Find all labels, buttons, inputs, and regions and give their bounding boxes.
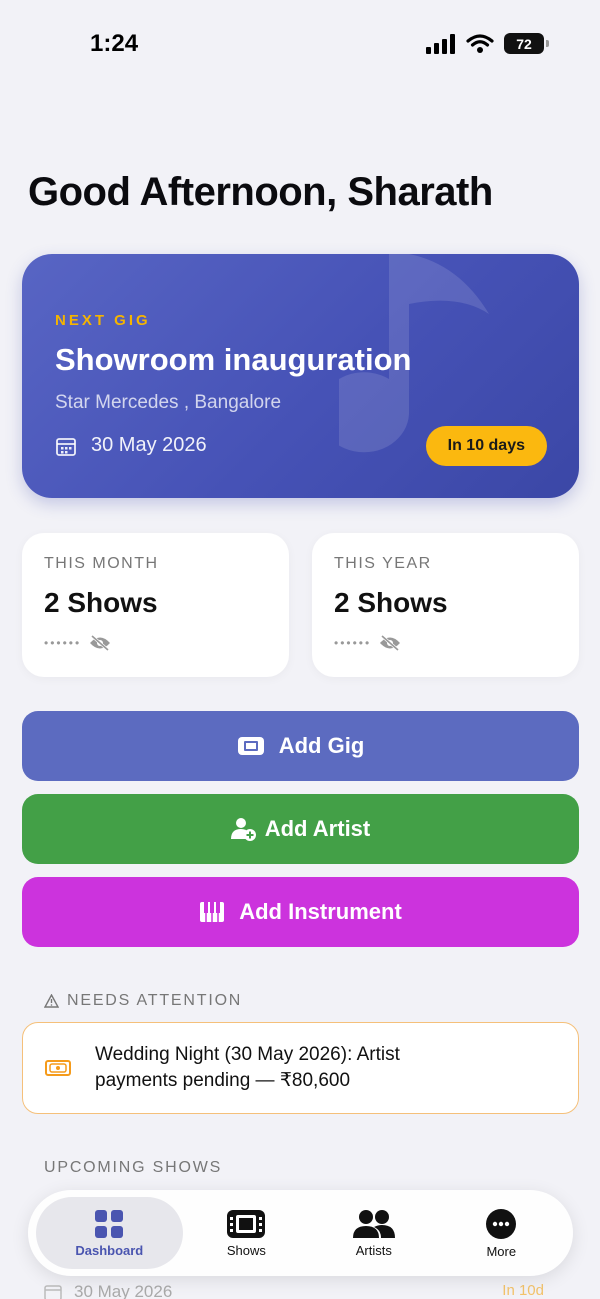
money-icon	[45, 1060, 71, 1076]
next-gig-title: Showroom inauguration	[55, 342, 412, 377]
tab-artists[interactable]: Artists	[310, 1197, 437, 1269]
attention-item[interactable]: Wedding Night (30 May 2026): Artist paym…	[22, 1022, 579, 1114]
upcoming-shows-header: UPCOMING SHOWS	[44, 1159, 223, 1176]
next-gig-venue: Star Mercedes , Bangalore	[55, 392, 282, 413]
calendar-icon	[44, 1285, 62, 1299]
masked-amount: ••••••	[334, 636, 372, 650]
add-instrument-label: Add Instrument	[239, 899, 402, 924]
bottom-tab-bar: Dashboard Shows Artists More	[28, 1190, 573, 1276]
attention-message: Wedding Night (30 May 2026): Artist paym…	[95, 1044, 400, 1091]
this-month-value: 2 Shows	[44, 587, 158, 618]
add-person-icon	[230, 818, 256, 841]
next-gig-label: NEXT GIG	[55, 312, 151, 329]
people-icon	[352, 1209, 395, 1238]
signal-icon	[426, 33, 455, 54]
ticket-icon	[237, 737, 264, 755]
tab-dashboard[interactable]: Dashboard	[36, 1197, 183, 1269]
add-artist-button[interactable]: Add Artist	[22, 794, 579, 864]
needs-attention-header: NEEDS ATTENTION	[44, 992, 242, 1010]
dashboard-icon	[95, 1209, 124, 1238]
add-instrument-button[interactable]: Add Instrument	[22, 877, 579, 947]
this-month-label: THIS MONTH	[44, 555, 159, 572]
eye-off-icon[interactable]	[89, 635, 111, 651]
greeting-title: Good Afternoon, Sharath	[28, 170, 493, 214]
add-artist-label: Add Artist	[264, 816, 371, 841]
film-icon	[227, 1209, 266, 1238]
tab-more[interactable]: More	[438, 1197, 565, 1269]
next-gig-countdown-badge: In 10 days	[425, 426, 547, 466]
battery-icon: 72	[504, 33, 549, 54]
this-year-value: 2 Shows	[334, 587, 448, 618]
status-bar: 1:24 72	[0, 0, 600, 90]
this-year-hidden-amount: ••••••	[334, 635, 401, 651]
warning-icon	[44, 994, 59, 1008]
masked-amount: ••••••	[44, 636, 82, 650]
this-month-card: THIS MONTH 2 Shows ••••••	[22, 533, 289, 677]
next-gig-date: 30 May 2026	[91, 434, 207, 456]
tab-artists-label: Artists	[355, 1242, 392, 1258]
eye-off-icon[interactable]	[379, 635, 401, 651]
this-year-card: THIS YEAR 2 Shows ••••••	[312, 533, 579, 677]
wifi-icon	[466, 33, 494, 53]
status-time: 1:24	[90, 30, 139, 57]
upcoming-show-date: 30 May 2026	[74, 1282, 173, 1299]
tab-dashboard-label: Dashboard	[75, 1242, 144, 1258]
tab-shows[interactable]: Shows	[183, 1197, 310, 1269]
upcoming-show-badge: In 10d	[502, 1282, 544, 1299]
battery-level: 72	[516, 35, 532, 52]
more-icon	[486, 1208, 517, 1239]
tab-more-label: More	[486, 1243, 517, 1259]
upcoming-show-peek: 30 May 2026	[44, 1282, 172, 1299]
calendar-icon	[56, 437, 76, 456]
this-month-hidden-amount: ••••••	[44, 635, 111, 651]
next-gig-date-row: 30 May 2026	[55, 434, 207, 457]
add-gig-button[interactable]: Add Gig	[22, 711, 579, 781]
next-gig-card[interactable]: NEXT GIG Showroom inauguration Star Merc…	[22, 254, 579, 498]
add-gig-label: Add Gig	[278, 733, 365, 758]
this-year-label: THIS YEAR	[334, 555, 432, 572]
piano-icon	[200, 902, 225, 922]
tab-shows-label: Shows	[226, 1242, 266, 1258]
needs-attention-title: NEEDS ATTENTION	[67, 992, 243, 1009]
status-icons: 72	[426, 33, 549, 54]
